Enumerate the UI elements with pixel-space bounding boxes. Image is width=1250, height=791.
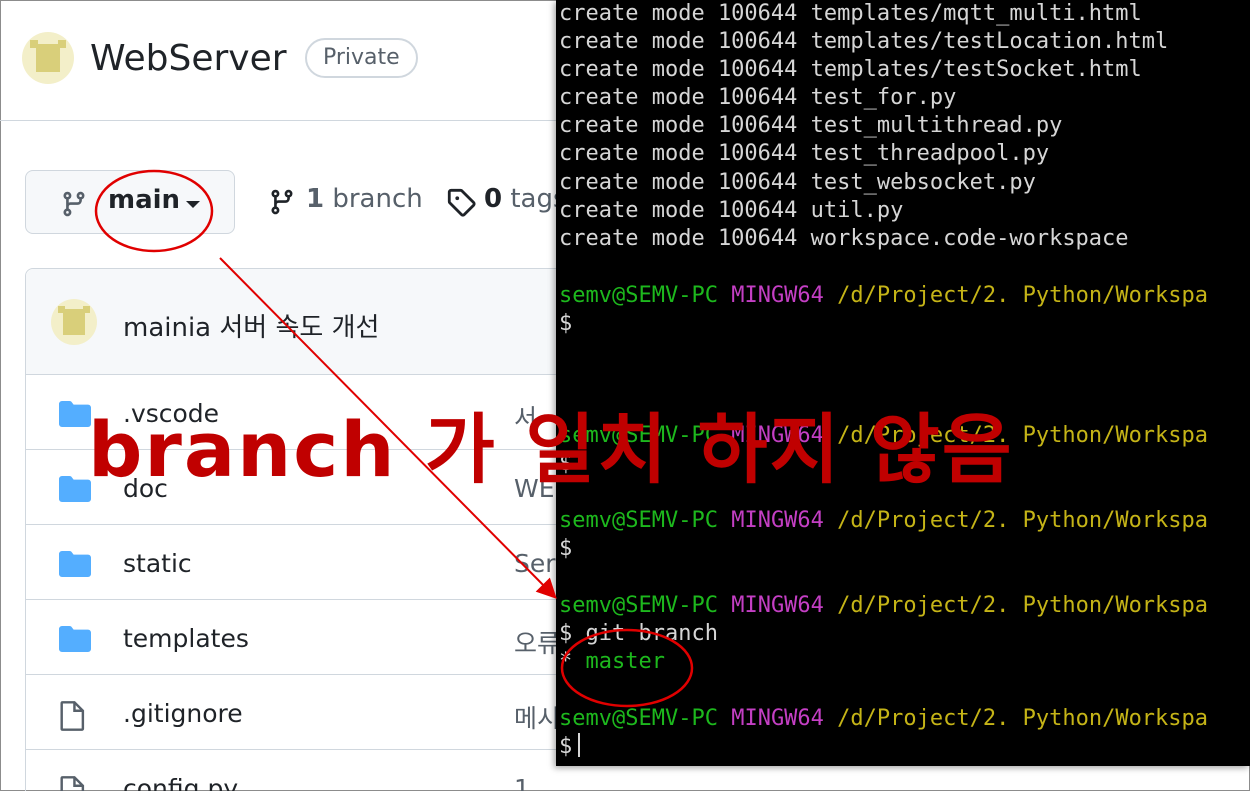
prompt-user-host: semv@SEMV-PC <box>559 508 718 533</box>
repo-owner-avatar[interactable] <box>22 32 74 84</box>
file-icon <box>60 776 85 791</box>
commit-author-avatar[interactable] <box>51 299 97 345</box>
terminal-prompt-line: semv@SEMV-PC MINGW64 /d/Project/2. Pytho… <box>559 705 1208 733</box>
prompt-path: /d/Project/2. Python/Workspa <box>837 706 1209 731</box>
file-commit-message[interactable]: 메시 <box>514 699 560 735</box>
repo-name[interactable]: WebServer <box>90 38 287 79</box>
folder-icon <box>59 476 91 502</box>
latest-commit-message[interactable]: mainia 서버 속도 개선 <box>123 307 379 344</box>
file-list-box: mainia 서버 속도 개선 .vscode 서 doc WE static … <box>25 268 560 791</box>
git-branch-icon <box>63 191 85 217</box>
file-name[interactable]: static <box>123 549 192 578</box>
folder-icon <box>59 551 91 577</box>
prompt-symbol: $ <box>559 621 573 646</box>
local-branch-name: master <box>585 649 665 674</box>
prompt-shell: MINGW64 <box>731 706 824 731</box>
terminal-output-line: create mode 100644 util.py <box>559 198 904 223</box>
file-name[interactable]: .gitignore <box>123 699 243 728</box>
file-commit-message[interactable]: 1 <box>514 774 530 791</box>
terminal-command-line: $ git branch <box>559 620 718 648</box>
prompt-symbol: $ <box>559 734 573 759</box>
file-row[interactable]: config.py 1 <box>26 750 560 791</box>
tags-link[interactable]: 0 tags <box>484 184 560 214</box>
branch-word: branch <box>332 184 423 214</box>
prompt-path: /d/Project/2. Python/Workspa <box>837 593 1209 618</box>
file-row[interactable]: templates 오류 <box>26 600 560 675</box>
terminal-output-line: create mode 100644 test_websocket.py <box>559 170 1036 195</box>
terminal-output-line: create mode 100644 workspace.code-worksp… <box>559 226 1129 251</box>
repo-header: WebServer Private <box>0 0 560 121</box>
prompt-user-host: semv@SEMV-PC <box>559 706 718 731</box>
visibility-badge: Private <box>305 38 418 78</box>
branch-select-button[interactable]: main <box>25 170 235 234</box>
terminal-output-line: create mode 100644 templates/testSocket.… <box>559 57 1142 82</box>
terminal-prompt-line: semv@SEMV-PC MINGW64 /d/Project/2. Pytho… <box>559 282 1208 310</box>
terminal-output-line: create mode 100644 templates/mqtt_multi.… <box>559 1 1142 26</box>
caret-down-icon <box>186 201 200 208</box>
file-row[interactable]: .gitignore 메시 <box>26 675 560 750</box>
prompt-path: /d/Project/2. Python/Workspa <box>837 508 1209 533</box>
terminal-output-line: create mode 100644 test_threadpool.py <box>559 141 1050 166</box>
terminal-command: git branch <box>585 621 718 646</box>
terminal-input-line[interactable]: $ <box>559 733 581 761</box>
prompt-user-host: semv@SEMV-PC <box>559 283 718 308</box>
file-name[interactable]: templates <box>123 624 249 653</box>
terminal-output-line: create mode 100644 test_multithread.py <box>559 113 1063 138</box>
prompt-shell: MINGW64 <box>731 508 824 533</box>
git-branch-icon <box>271 189 293 215</box>
branches-link[interactable]: 1 branch <box>306 184 423 214</box>
git-bash-terminal[interactable]: create mode 100644 templates/mqtt_multi.… <box>556 0 1250 766</box>
file-commit-message[interactable]: 오류 <box>514 624 560 660</box>
terminal-prompt-symbol: $ <box>559 311 573 336</box>
folder-icon <box>59 626 91 652</box>
latest-commit-bar: mainia 서버 속도 개선 <box>26 269 560 375</box>
text-cursor <box>578 733 581 757</box>
branch-count: 1 <box>306 184 325 214</box>
terminal-output-line: create mode 100644 test_for.py <box>559 85 957 110</box>
tag-count: 0 <box>484 184 503 214</box>
terminal-output-line: create mode 100644 templates/testLocatio… <box>559 29 1169 54</box>
terminal-prompt-line: semv@SEMV-PC MINGW64 /d/Project/2. Pytho… <box>559 592 1208 620</box>
current-branch-label: main <box>108 185 181 215</box>
tag-icon <box>447 188 476 217</box>
tag-word: tags <box>510 184 560 214</box>
file-row[interactable]: static Ser <box>26 525 560 600</box>
current-branch-marker: * <box>559 649 573 674</box>
folder-icon <box>59 401 91 427</box>
file-icon <box>60 701 85 731</box>
terminal-prompt-symbol: $ <box>559 536 573 561</box>
file-commit-message[interactable]: Ser <box>514 549 556 578</box>
annotation-label: branch 가 일치 하지 않음 <box>88 405 1014 494</box>
prompt-path: /d/Project/2. Python/Workspa <box>837 283 1209 308</box>
prompt-shell: MINGW64 <box>731 283 824 308</box>
prompt-shell: MINGW64 <box>731 593 824 618</box>
terminal-branch-output: * master <box>559 648 665 676</box>
prompt-user-host: semv@SEMV-PC <box>559 593 718 618</box>
file-name[interactable]: config.py <box>123 774 238 791</box>
terminal-prompt-line: semv@SEMV-PC MINGW64 /d/Project/2. Pytho… <box>559 507 1208 535</box>
